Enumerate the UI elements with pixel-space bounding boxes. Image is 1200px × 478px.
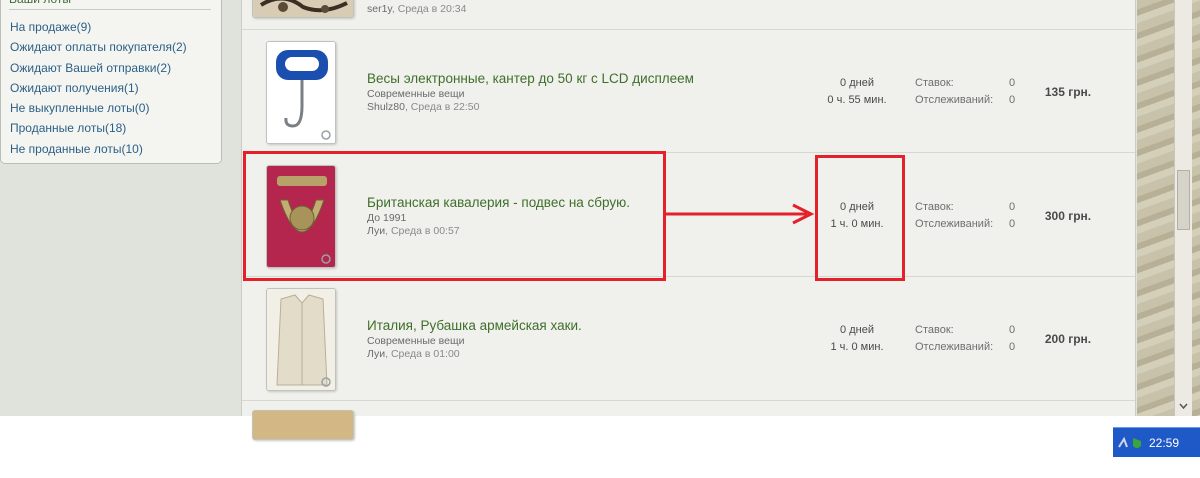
lot-time-listed: , Среда в 22:50: [404, 101, 480, 113]
sidebar-item-count: (10): [121, 141, 143, 156]
tray-icons[interactable]: [1117, 435, 1147, 451]
sidebar-my-lots: Ваши лоты На продаже(9) Ожидают оплаты п…: [0, 0, 222, 164]
taskbar-clock[interactable]: 22:59: [1149, 436, 1179, 450]
seller-name[interactable]: Shulz80: [367, 101, 405, 113]
sidebar-item-label[interactable]: Ожидают оплаты покупателя: [10, 40, 172, 54]
sidebar-item-label[interactable]: Ожидают Вашей отправки: [10, 61, 156, 75]
time-days: 0 дней: [840, 77, 874, 89]
sidebar-item-label[interactable]: На продаже: [10, 20, 77, 34]
bids-label: Ставок:: [915, 77, 954, 89]
lot-price: 300 грн.: [1044, 209, 1092, 223]
sidebar-item-label[interactable]: Проданные лоты: [10, 121, 105, 135]
lot-category: Современные вещи: [367, 88, 465, 100]
lot-row: Италия, Рубашка армейская хаки. Современ…: [242, 277, 1135, 401]
highlight-lot-box: [243, 151, 666, 281]
bids-label: Ставок:: [915, 324, 954, 336]
lot-stats: Ставок: 0 Отслеживаний: 0: [915, 75, 1015, 109]
tray-shield-icon: [1133, 438, 1141, 448]
lot-thumbnail[interactable]: [252, 410, 354, 440]
seller-name[interactable]: Луи: [367, 348, 385, 360]
sidebar-item-label[interactable]: Не выкупленные лоты: [10, 101, 135, 115]
bids-count: 0: [1009, 77, 1016, 89]
lot-title-link[interactable]: Италия, Рубашка армейская хаки.: [367, 318, 582, 333]
lot-photo: [253, 0, 353, 17]
lot-category: Современные вещи: [367, 335, 465, 347]
annotation-arrow-icon: [665, 203, 815, 225]
sidebar-item-count: (1): [123, 80, 139, 95]
sidebar-item-count: (18): [104, 121, 127, 136]
bids-row: Ставок: 0: [915, 75, 1015, 92]
bids-count: 0: [1009, 324, 1016, 336]
time-remaining: 0 дней 0 ч. 55 мин.: [812, 75, 902, 109]
lot-stats: Ставок: 0 Отслеживаний: 0: [915, 199, 1015, 233]
sidebar-menu: На продаже(9) Ожидают оплаты покупателя(…: [10, 17, 187, 159]
sidebar-item-label[interactable]: Не проданные лоты: [10, 142, 122, 156]
lot-row: Весы электронные, кантер до 50 кг с LCD …: [242, 30, 1135, 153]
seller-name[interactable]: ser1y: [367, 3, 392, 15]
lot-thumbnail[interactable]: [266, 288, 336, 391]
lot-seller: Shulz80, Среда в 22:50: [367, 101, 479, 113]
lot-seller: Луи, Среда в 01:00: [367, 348, 460, 360]
shirt-photo: [267, 289, 335, 390]
lot-time-listed: , Среда в 01:00: [385, 348, 460, 360]
lot-thumbnail[interactable]: [252, 0, 354, 18]
sidebar-item-count: (9): [76, 20, 92, 34]
bids-row: Ставок: 0: [915, 322, 1015, 339]
lot-time-listed: , Среда в 20:34: [391, 3, 467, 15]
time-remaining: 0 дней 1 ч. 0 мин.: [812, 322, 902, 356]
watch-row: Отслеживаний: 0: [915, 339, 1015, 356]
scroll-down-icon[interactable]: [1177, 400, 1190, 413]
lot-thumbnail[interactable]: [266, 41, 336, 144]
sidebar-item-awaiting-payment[interactable]: Ожидают оплаты покупателя(2): [10, 37, 187, 57]
lot-price: 200 грн.: [1044, 332, 1092, 346]
time-hours: 0 ч. 55 мин.: [827, 94, 887, 106]
highlight-time-box: [815, 155, 905, 281]
watch-row: Отслеживаний: 0: [915, 92, 1015, 109]
lot-row: ser1y, Среда в 20:34: [242, 0, 1135, 30]
sidebar-item-count: (2): [156, 60, 172, 75]
watch-row: Отслеживаний: 0: [915, 216, 1015, 233]
watch-label: Отслеживаний:: [915, 341, 994, 353]
sidebar-item-count: (0): [134, 101, 150, 116]
sidebar-item-on-sale[interactable]: На продаже(9): [10, 17, 187, 37]
sidebar-item-sold[interactable]: Проданные лоты(18): [10, 118, 187, 138]
lot-stats: Ставок: 0 Отслеживаний: 0: [915, 322, 1015, 356]
tray-network-icon: [1118, 436, 1128, 448]
bids-label: Ставок:: [915, 201, 954, 213]
sidebar-title: Ваши лоты: [9, 0, 211, 10]
watch-count: 0: [1009, 94, 1016, 106]
sidebar-item-not-redeemed[interactable]: Не выкупленные лоты(0): [10, 98, 187, 118]
watch-label: Отслеживаний:: [915, 218, 994, 230]
watch-label: Отслеживаний:: [915, 94, 994, 106]
lot-seller: ser1y, Среда в 20:34: [367, 3, 466, 15]
sidebar-item-awaiting-shipment[interactable]: Ожидают Вашей отправки(2): [10, 58, 187, 78]
time-days: 0 дней: [840, 324, 874, 336]
watch-count: 0: [1009, 341, 1016, 353]
sidebar-item-count: (2): [171, 40, 187, 55]
bids-count: 0: [1009, 201, 1016, 213]
sidebar-item-unsold[interactable]: Не проданные лоты(10): [10, 139, 187, 159]
watch-count: 0: [1009, 218, 1016, 230]
sidebar-item-label[interactable]: Ожидают получения: [10, 81, 124, 95]
time-hours: 1 ч. 0 мин.: [830, 341, 884, 353]
lot-title-link[interactable]: Весы электронные, кантер до 50 кг с LCD …: [367, 71, 694, 86]
scale-photo: [267, 42, 335, 143]
lot-price: 135 грн.: [1044, 85, 1092, 99]
taskbar-tray: 22:59: [1113, 427, 1200, 457]
bids-row: Ставок: 0: [915, 199, 1015, 216]
window-scrollbar[interactable]: [1174, 0, 1192, 416]
scrollbar-thumb[interactable]: [1177, 170, 1190, 230]
sidebar-item-awaiting-receipt[interactable]: Ожидают получения(1): [10, 78, 187, 98]
